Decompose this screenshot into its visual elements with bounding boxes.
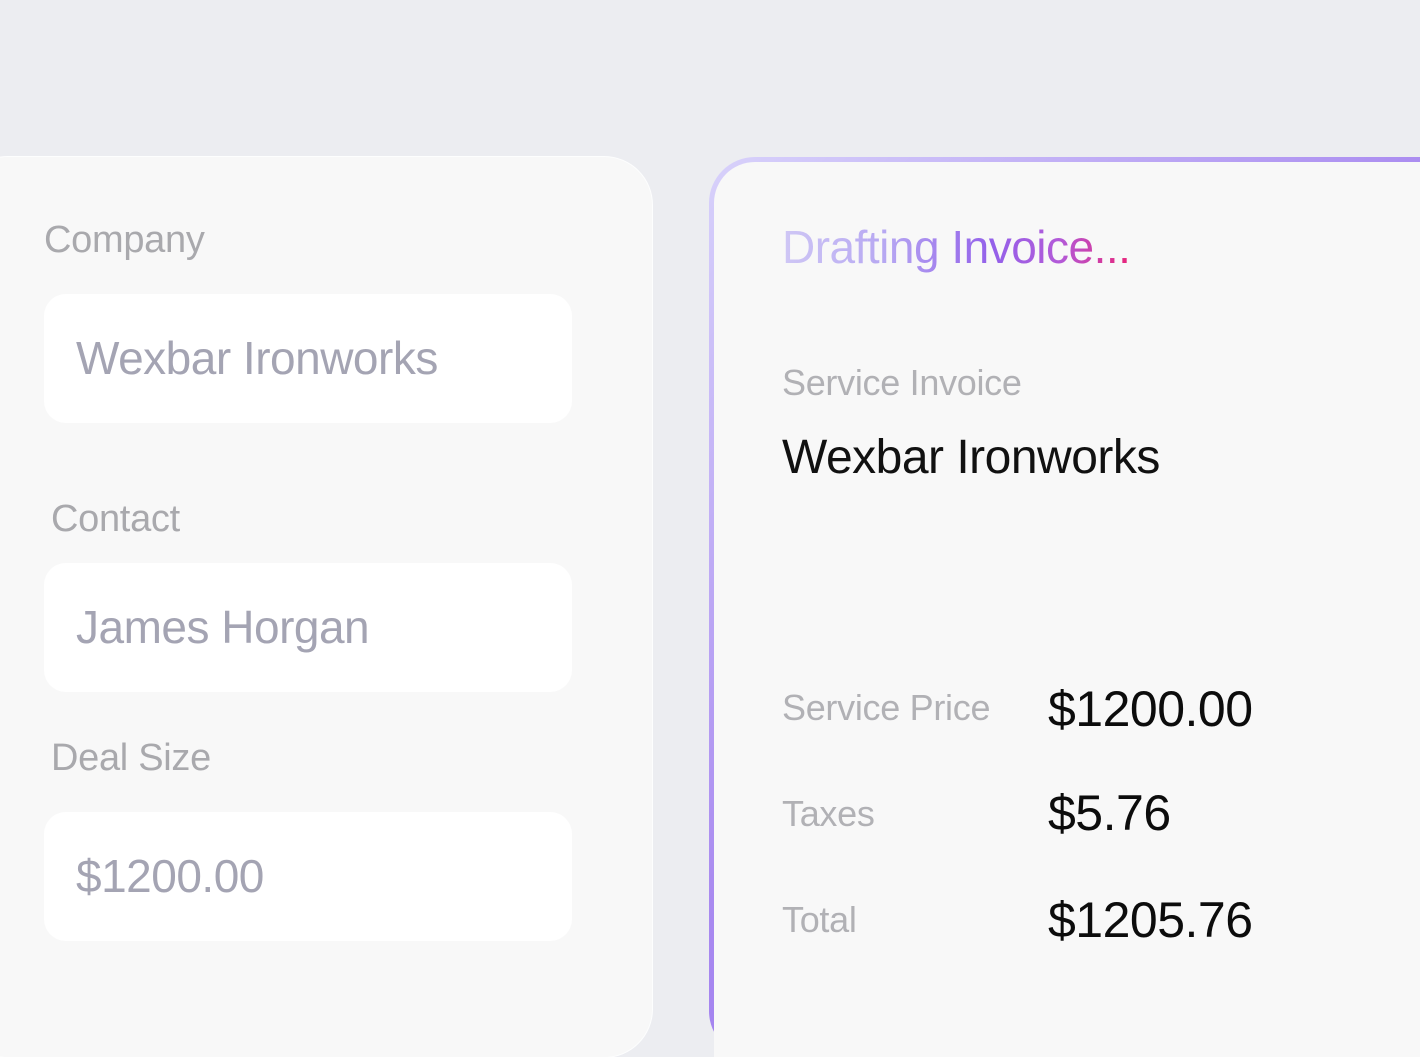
- total-label: Total: [782, 899, 857, 940]
- company-label: Company: [44, 219, 205, 261]
- contact-field[interactable]: James Horgan: [44, 563, 572, 692]
- taxes-label: Taxes: [782, 793, 875, 834]
- drafting-status-title: Drafting Invoice...: [782, 221, 1131, 273]
- invoice-preview-body: Drafting Invoice... Service Invoice Wexb…: [714, 162, 1420, 1057]
- company-value: Wexbar Ironworks: [76, 332, 438, 384]
- deal-size-field[interactable]: $1200.00: [44, 812, 572, 941]
- invoice-preview-card: Drafting Invoice... Service Invoice Wexb…: [709, 157, 1420, 1057]
- taxes-value: $5.76: [1048, 785, 1171, 841]
- deal-form-card: Company Wexbar Ironworks Contact James H…: [0, 157, 652, 1057]
- contact-label: Contact: [51, 498, 180, 540]
- invoice-company-name: Wexbar Ironworks: [782, 431, 1160, 484]
- company-field[interactable]: Wexbar Ironworks: [44, 294, 572, 423]
- invoice-type-label: Service Invoice: [782, 362, 1022, 403]
- total-value: $1205.76: [1048, 892, 1253, 948]
- service-price-value: $1200.00: [1048, 681, 1253, 737]
- deal-size-label: Deal Size: [51, 737, 211, 779]
- contact-value: James Horgan: [76, 601, 370, 653]
- deal-size-value: $1200.00: [76, 850, 264, 902]
- service-price-label: Service Price: [782, 687, 991, 728]
